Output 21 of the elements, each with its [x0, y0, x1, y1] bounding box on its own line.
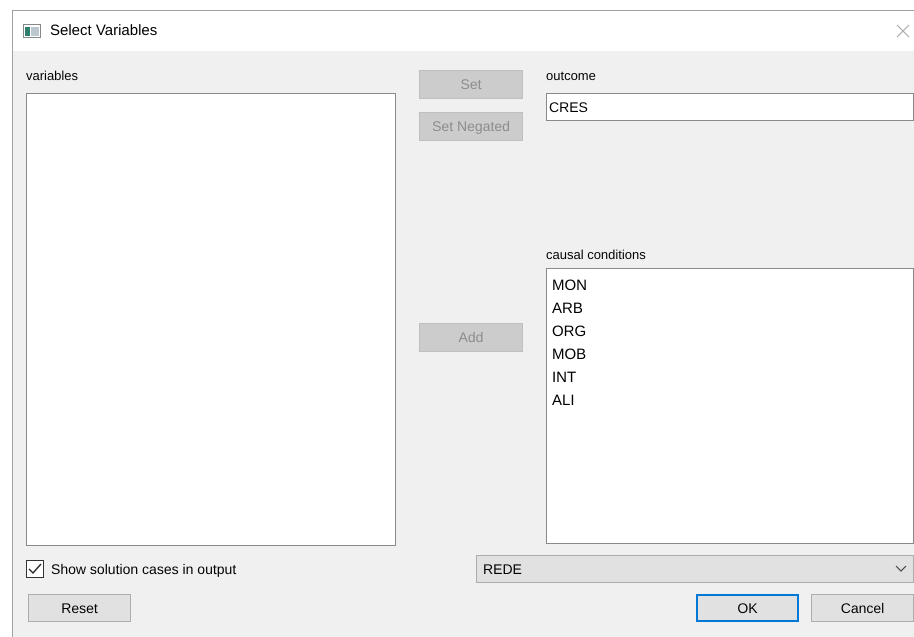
outcome-label: outcome [546, 67, 597, 84]
dialog-button[interactable]: Reset [28, 594, 131, 622]
close-icon[interactable] [896, 24, 910, 38]
dataset-dropdown[interactable]: REDE [476, 555, 914, 583]
checkbox-label: Show solution cases in output [51, 560, 236, 579]
variables-label: variables [26, 67, 80, 84]
list-item[interactable]: INT [552, 366, 576, 389]
list-item[interactable]: MOB [552, 343, 586, 366]
list-item[interactable]: ORG [552, 320, 586, 343]
app-icon [23, 24, 41, 38]
dialog-button[interactable]: Cancel [811, 594, 914, 622]
checkbox[interactable] [26, 560, 44, 578]
outcome-field[interactable]: CRES [546, 93, 914, 121]
causal-conditions-label: causal conditions [546, 246, 647, 263]
list-item[interactable]: ARB [552, 297, 583, 320]
dialog-button[interactable]: OK [696, 594, 799, 622]
causal-conditions-list[interactable]: MON ARB ORG MOB INT ALI [546, 268, 914, 544]
list-item[interactable]: MON [552, 274, 587, 297]
list-item[interactable]: ALI [552, 389, 575, 412]
window-title: Select Variables [50, 20, 158, 41]
chevron-down-icon [895, 565, 907, 573]
